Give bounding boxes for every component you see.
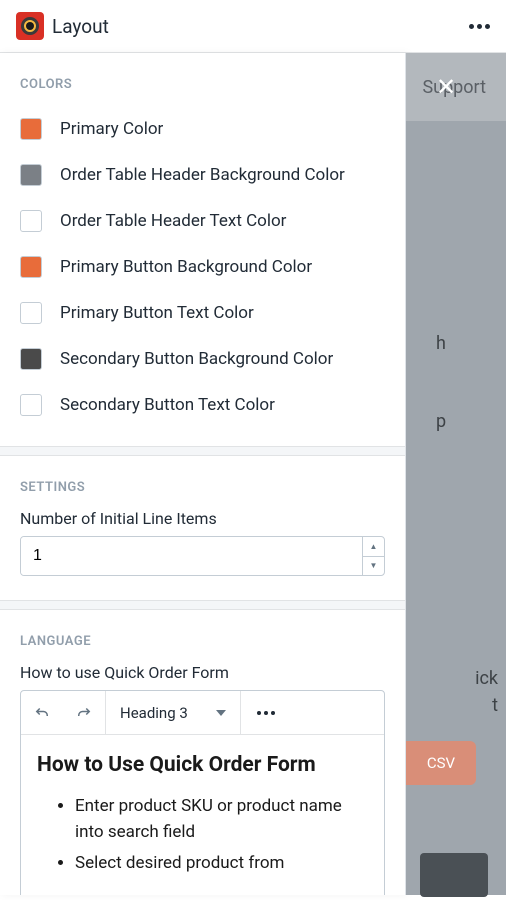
color-swatch[interactable]: [20, 118, 42, 140]
editor-content[interactable]: How to Use Quick Order Form Enter produc…: [21, 735, 384, 895]
section-divider: [0, 600, 405, 610]
language-body: How to use Quick Order Form Heading 3: [0, 663, 405, 895]
topbar-left: Layout: [16, 12, 109, 40]
page-title: Layout: [52, 15, 109, 38]
rich-text-editor: Heading 3 How to Use Quick Order Form En…: [20, 690, 385, 895]
colors-list: Primary Color Order Table Header Backgrou…: [0, 106, 405, 446]
partial-text: h: [436, 333, 446, 354]
color-item[interactable]: Primary Button Text Color: [20, 290, 385, 336]
color-label: Order Table Header Background Color: [60, 165, 345, 185]
color-label: Order Table Header Text Color: [60, 211, 286, 231]
chevron-down-icon: [216, 710, 226, 716]
partial-text-block: ick t: [406, 665, 498, 719]
color-item[interactable]: Primary Color: [20, 106, 385, 152]
editor-bullet-list: Enter product SKU or product name into s…: [37, 793, 368, 876]
settings-panel: Colors Primary Color Order Table Header B…: [0, 53, 406, 895]
heading-dropdown[interactable]: Heading 3: [106, 704, 240, 722]
app-logo-icon: [16, 12, 44, 40]
toolbar-more-button[interactable]: [241, 691, 291, 734]
csv-button[interactable]: CSV: [406, 741, 476, 785]
list-item: Enter product SKU or product name into s…: [75, 793, 368, 846]
preview-header: ✕ Support: [406, 53, 506, 121]
close-icon[interactable]: ✕: [436, 73, 456, 101]
color-swatch[interactable]: [20, 256, 42, 278]
color-swatch[interactable]: [20, 302, 42, 324]
color-swatch[interactable]: [20, 164, 42, 186]
language-section-header: Language: [0, 610, 405, 663]
line-items-label: Number of Initial Line Items: [20, 509, 385, 528]
howto-label: How to use Quick Order Form: [20, 663, 385, 682]
color-label: Primary Button Background Color: [60, 257, 312, 277]
background-preview: ✕ Support h p ick t CSV: [406, 53, 506, 895]
color-label: Primary Color: [60, 119, 163, 139]
main-area: Colors Primary Color Order Table Header B…: [0, 53, 506, 895]
top-bar: Layout: [0, 0, 506, 53]
color-swatch[interactable]: [20, 348, 42, 370]
color-item[interactable]: Primary Button Background Color: [20, 244, 385, 290]
stepper-down-icon[interactable]: ▼: [363, 557, 384, 576]
color-item[interactable]: Order Table Header Text Color: [20, 198, 385, 244]
line-items-input[interactable]: [21, 537, 362, 575]
color-swatch[interactable]: [20, 210, 42, 232]
redo-button[interactable]: [63, 691, 105, 735]
heading-dropdown-label: Heading 3: [120, 704, 188, 722]
redo-icon: [75, 704, 93, 722]
settings-section-header: Settings: [0, 456, 405, 509]
color-label: Secondary Button Text Color: [60, 395, 275, 415]
editor-heading: How to Use Quick Order Form: [37, 753, 368, 777]
undo-button[interactable]: [21, 691, 63, 735]
color-item[interactable]: Secondary Button Text Color: [20, 382, 385, 428]
more-options-icon[interactable]: [469, 24, 490, 29]
color-item[interactable]: Secondary Button Background Color: [20, 336, 385, 382]
partial-text: p: [436, 411, 446, 432]
stepper-up-icon[interactable]: ▲: [363, 537, 384, 557]
list-item: Select desired product from: [75, 850, 368, 876]
color-label: Primary Button Text Color: [60, 303, 254, 323]
color-swatch[interactable]: [20, 394, 42, 416]
dark-button[interactable]: [420, 853, 488, 897]
colors-section-header: Colors: [0, 53, 405, 106]
stepper-buttons[interactable]: ▲ ▼: [362, 537, 384, 575]
color-item[interactable]: Order Table Header Background Color: [20, 152, 385, 198]
color-label: Secondary Button Background Color: [60, 349, 333, 369]
settings-body: Number of Initial Line Items ▲ ▼: [0, 509, 405, 600]
line-items-stepper[interactable]: ▲ ▼: [20, 536, 385, 576]
section-divider: [0, 446, 405, 456]
undo-icon: [33, 704, 51, 722]
editor-toolbar: Heading 3: [21, 691, 384, 735]
